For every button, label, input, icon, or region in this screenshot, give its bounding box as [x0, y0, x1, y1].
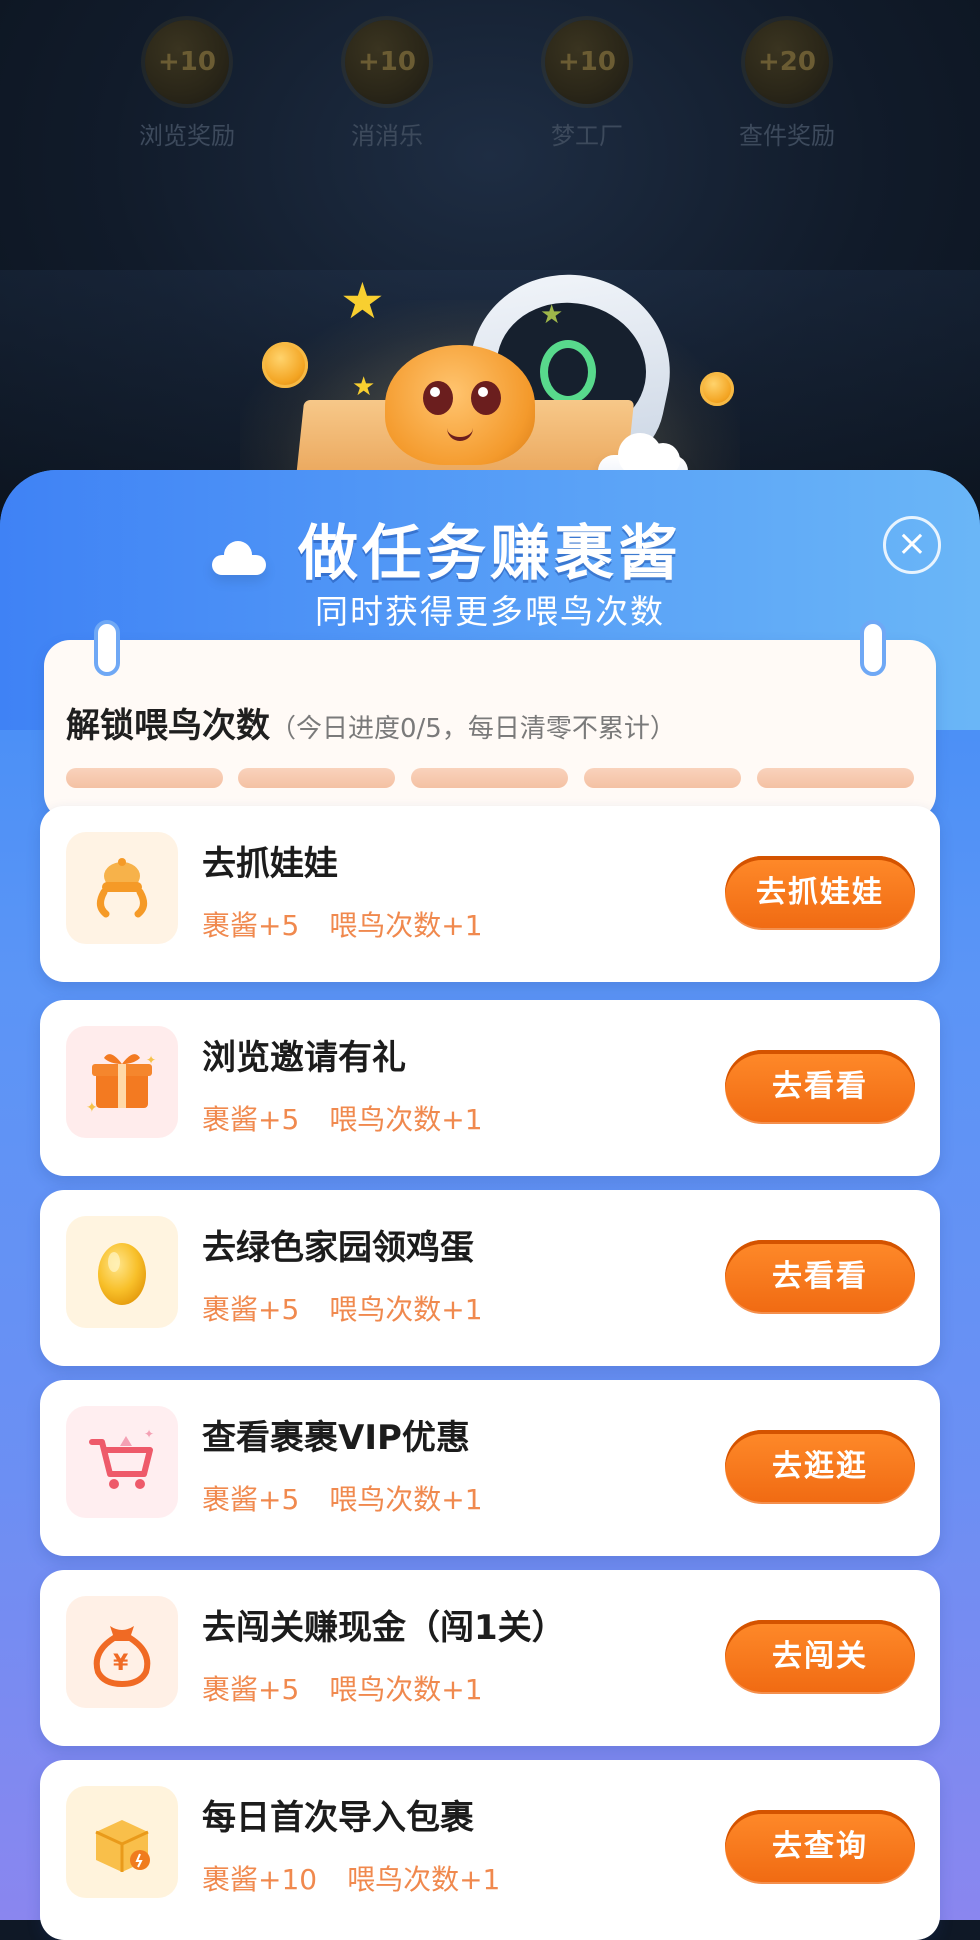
progress-bar: [66, 768, 914, 788]
progress-segment: [757, 768, 914, 788]
progress-segment: [411, 768, 568, 788]
progress-segment: [66, 768, 223, 788]
star-icon: ★: [340, 272, 385, 330]
coin-icon: +20: [745, 20, 829, 104]
cart-icon: ✦: [66, 1406, 178, 1518]
reward-points: 裹酱+5: [202, 909, 300, 942]
reward-points: 裹酱+10: [202, 1863, 318, 1896]
task-item: ¥ 去闯关赚现金（闯1关） 裹酱+5 喂鸟次数+1 去闯关: [40, 1570, 940, 1746]
reward-feed: 喂鸟次数+1: [329, 1483, 483, 1516]
reward-nav: +10 浏览奖励 +10 消消乐 +10 梦工厂 +20 查件奖励: [0, 20, 980, 170]
nav-item-tracking[interactable]: +20 查件奖励: [712, 20, 862, 151]
coin-icon: +10: [345, 20, 429, 104]
view-invite-button[interactable]: 去看看: [725, 1050, 915, 1124]
task-rewards: 裹酱+5 喂鸟次数+1: [202, 1478, 483, 1518]
task-name: 浏览邀请有礼: [202, 1038, 406, 1078]
close-button[interactable]: ×: [883, 516, 941, 574]
task-rewards: 裹酱+5 喂鸟次数+1: [202, 904, 483, 944]
reward-points: 裹酱+5: [202, 1293, 300, 1326]
vip-deals-button[interactable]: 去逛逛: [725, 1430, 915, 1504]
reward-points: 裹酱+5: [202, 1103, 300, 1136]
reward-feed: 喂鸟次数+1: [329, 1293, 483, 1326]
mascot-icon: [385, 345, 535, 465]
binder-clip-icon: [860, 620, 886, 676]
progress-card: 解锁喂鸟次数（今日进度0/5，每日清零不累计）: [44, 620, 936, 820]
progress-title: 解锁喂鸟次数（今日进度0/5，每日清零不累计）: [66, 698, 676, 747]
reward-feed: 喂鸟次数+1: [347, 1863, 501, 1896]
task-name: 去闯关赚现金（闯1关）: [202, 1608, 566, 1648]
watermark: 什么值得买: [820, 1888, 931, 1913]
progress-segment: [584, 768, 741, 788]
task-rewards: 裹酱+5 喂鸟次数+1: [202, 1098, 483, 1138]
nav-item-match[interactable]: +10 消消乐: [312, 20, 462, 151]
panel-title: 做任务赚裹酱: [298, 519, 682, 589]
reward-points: 裹酱+5: [202, 1483, 300, 1516]
task-item: ✦ 查看裹裹VIP优惠 裹酱+5 喂鸟次数+1 去逛逛: [40, 1380, 940, 1556]
svg-text:✦: ✦: [146, 1053, 156, 1067]
task-item: ✦ ✦ 浏览邀请有礼 裹酱+5 喂鸟次数+1 去看看: [40, 1000, 940, 1176]
svg-text:✦: ✦: [86, 1100, 98, 1116]
progress-segment: [238, 768, 395, 788]
reward-feed: 喂鸟次数+1: [329, 1103, 483, 1136]
nav-label: 梦工厂: [551, 122, 623, 150]
panel-subtitle: 同时获得更多喂鸟次数: [315, 592, 665, 631]
gift-icon: ✦ ✦: [66, 1026, 178, 1138]
task-rewards: 裹酱+10 喂鸟次数+1: [202, 1858, 500, 1898]
task-item: 去绿色家园领鸡蛋 裹酱+5 喂鸟次数+1 去看看: [40, 1190, 940, 1366]
nav-item-factory[interactable]: +10 梦工厂: [512, 20, 662, 151]
star-icon: ★: [352, 372, 376, 402]
task-name: 去抓娃娃: [202, 844, 338, 884]
reward-points: 裹酱+5: [202, 1673, 300, 1706]
level-challenge-button[interactable]: 去闯关: [725, 1620, 915, 1694]
package-icon: [66, 1786, 178, 1898]
reward-feed: 喂鸟次数+1: [329, 1673, 483, 1706]
green-home-button[interactable]: 去看看: [725, 1240, 915, 1314]
task-name: 每日首次导入包裹: [202, 1798, 474, 1838]
star-icon: ★: [540, 300, 564, 330]
nav-item-browse[interactable]: +10 浏览奖励: [112, 20, 262, 151]
coin-icon: +10: [145, 20, 229, 104]
coin-icon: [262, 342, 308, 388]
ring-icon: [540, 340, 596, 404]
task-rewards: 裹酱+5 喂鸟次数+1: [202, 1668, 483, 1708]
import-package-button[interactable]: 去查询: [725, 1810, 915, 1884]
svg-text:¥: ¥: [113, 1651, 129, 1676]
svg-text:✦: ✦: [144, 1427, 154, 1441]
nav-label: 浏览奖励: [139, 122, 235, 150]
egg-icon: [66, 1216, 178, 1328]
task-rewards: 裹酱+5 喂鸟次数+1: [202, 1288, 483, 1328]
task-name: 去绿色家园领鸡蛋: [202, 1228, 474, 1268]
progress-detail: （今日进度0/5，每日清零不累计）: [270, 714, 676, 744]
coin-icon: +10: [545, 20, 629, 104]
claw-machine-icon: [66, 832, 178, 944]
reward-feed: 喂鸟次数+1: [329, 909, 483, 942]
money-bag-icon: ¥: [66, 1596, 178, 1708]
task-name: 查看裹裹VIP优惠: [202, 1418, 470, 1458]
task-item: 去抓娃娃 裹酱+5 喂鸟次数+1 去抓娃娃: [40, 806, 940, 982]
progress-title-text: 解锁喂鸟次数: [66, 706, 270, 746]
nav-label: 消消乐: [351, 122, 423, 150]
binder-clip-icon: [94, 620, 120, 676]
claw-machine-button[interactable]: 去抓娃娃: [725, 856, 915, 930]
coin-icon: [700, 372, 734, 406]
nav-label: 查件奖励: [739, 122, 835, 150]
task-item: 每日首次导入包裹 裹酱+10 喂鸟次数+1 去查询: [40, 1760, 940, 1940]
